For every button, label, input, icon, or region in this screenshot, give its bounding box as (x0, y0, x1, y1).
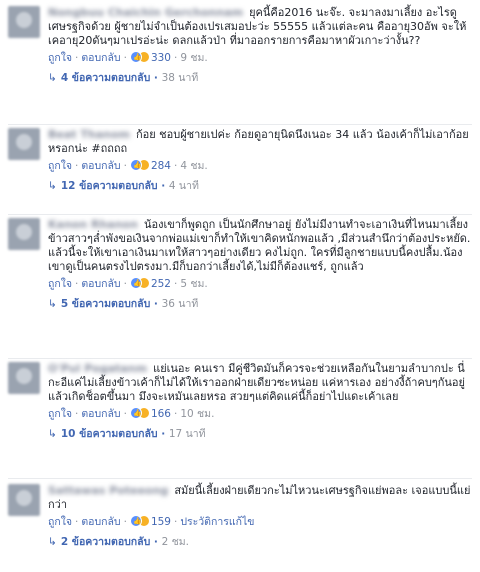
reply-arrow-icon: ↳ (48, 298, 57, 310)
reaction-icons[interactable]: 👍 (129, 515, 150, 527)
avatar[interactable] (8, 218, 40, 250)
reply-link[interactable]: ตอบกลับ (81, 160, 120, 172)
like-link[interactable]: ถูกใจ (48, 52, 72, 64)
divider (8, 124, 472, 125)
replies-count: 4 ข้อความตอบกลับ (60, 72, 151, 84)
avatar[interactable] (8, 362, 40, 394)
comment-actions: ถูกใจ · ตอบกลับ · 👍 252 · 5 ชม. (48, 277, 208, 290)
view-replies-link[interactable]: ↳ 12 ข้อความตอบกลับ · 4 นาที (48, 179, 472, 193)
divider (8, 478, 472, 479)
replies-time: 17 นาที (168, 428, 206, 440)
reaction-count[interactable]: 284 (151, 160, 171, 172)
divider (8, 214, 472, 215)
view-replies-link[interactable]: ↳ 10 ข้อความตอบกลับ · 17 นาที (48, 427, 472, 441)
reaction-icons[interactable]: 👍 (129, 51, 150, 63)
replies-time: 4 นาที (168, 180, 199, 192)
replies-time: 36 นาที (161, 298, 199, 310)
view-replies-link[interactable]: ↳ 2 ข้อความตอบกลับ · 2 ชม. (48, 535, 472, 549)
comment-author[interactable]: Kanon Rhanon (48, 218, 138, 231)
divider (8, 358, 472, 359)
reply-link[interactable]: ตอบกลับ (81, 52, 120, 64)
reply-link[interactable]: ตอบกลับ (81, 278, 120, 290)
thumb-icon: 👍 (132, 161, 142, 169)
replies-time: 38 นาที (161, 72, 199, 84)
thumb-icon: 👍 (132, 279, 142, 287)
replies-count: 2 ข้อความตอบกลับ (60, 536, 151, 548)
thumb-icon: 👍 (132, 517, 142, 525)
comment-text: Nongbuu Chaichin Gerchonnam ยุคนี้คือ2016… (48, 6, 472, 48)
avatar[interactable] (8, 6, 40, 38)
reaction-count[interactable]: 159 (151, 516, 171, 528)
comment-text: O'Pul Pogatanm แย่เนอะ คนเรา มีคู่ชีวิตมั… (48, 362, 472, 404)
comment-time[interactable]: 10 ชม. (180, 408, 214, 420)
reaction-icons[interactable]: 👍 (129, 277, 150, 289)
reply-arrow-icon: ↳ (48, 72, 57, 84)
comment-author[interactable]: O'Pul Pogatanm (48, 362, 147, 375)
edit-history-link[interactable]: ประวัติการแก้ไข (180, 516, 254, 528)
comment-actions: ถูกใจ · ตอบกลับ · 👍 330 · 9 ชม. (48, 51, 208, 64)
comment-time[interactable]: 4 ชม. (180, 160, 207, 172)
comment-text: Kanon Rhanon น้องเขาก็พูดถูก เป็นนักศึกษา… (48, 218, 472, 274)
reply-arrow-icon: ↳ (48, 428, 57, 440)
comment-time[interactable]: 5 ชม. (180, 278, 207, 290)
thumb-icon: 👍 (132, 53, 142, 61)
reply-arrow-icon: ↳ (48, 180, 57, 192)
reaction-count[interactable]: 166 (151, 408, 171, 420)
comment-author[interactable]: Nongbuu Chaichin Gerchonnam (48, 6, 243, 19)
like-link[interactable]: ถูกใจ (48, 278, 72, 290)
comment-actions: ถูกใจ · ตอบกลับ · 👍 284 · 4 ชม. (48, 159, 208, 172)
comment-author[interactable]: Beat Thanom (48, 128, 130, 141)
comment-time[interactable]: 9 ชม. (180, 52, 207, 64)
comment-thread: Nongbuu Chaichin Gerchonnam ยุคนี้คือ2016… (0, 0, 480, 572)
like-link[interactable]: ถูกใจ (48, 408, 72, 420)
comment-author[interactable]: Sattawas Poteeong (48, 484, 168, 497)
view-replies-link[interactable]: ↳ 5 ข้อความตอบกลับ · 36 นาที (48, 297, 472, 311)
reply-link[interactable]: ตอบกลับ (81, 516, 120, 528)
like-link[interactable]: ถูกใจ (48, 516, 72, 528)
replies-time: 2 ชม. (161, 536, 189, 548)
thumb-icon: 👍 (132, 409, 142, 417)
replies-count: 12 ข้อความตอบกลับ (60, 180, 158, 192)
comment-actions: ถูกใจ · ตอบกลับ · 👍 159 · ประวัติการแก้ไข (48, 515, 255, 528)
reaction-count[interactable]: 252 (151, 278, 171, 290)
comment-text: Beat Thanom ก้อย ชอบผู้ชายเปค่ะ ก้อยดูอาย… (48, 128, 472, 156)
reaction-icons[interactable]: 👍 (129, 407, 150, 419)
replies-count: 10 ข้อความตอบกลับ (60, 428, 158, 440)
comment-actions: ถูกใจ · ตอบกลับ · 👍 166 · 10 ชม. (48, 407, 215, 420)
reaction-count[interactable]: 330 (151, 52, 171, 64)
reaction-icons[interactable]: 👍 (129, 159, 150, 171)
like-link[interactable]: ถูกใจ (48, 160, 72, 172)
comment-text: Sattawas Poteeong สมัยนี้เลี้ยงฝ่ายเดียวก… (48, 484, 472, 512)
avatar[interactable] (8, 128, 40, 160)
reply-arrow-icon: ↳ (48, 536, 57, 548)
reply-link[interactable]: ตอบกลับ (81, 408, 120, 420)
avatar[interactable] (8, 484, 40, 516)
replies-count: 5 ข้อความตอบกลับ (60, 298, 151, 310)
view-replies-link[interactable]: ↳ 4 ข้อความตอบกลับ · 38 นาที (48, 71, 472, 85)
